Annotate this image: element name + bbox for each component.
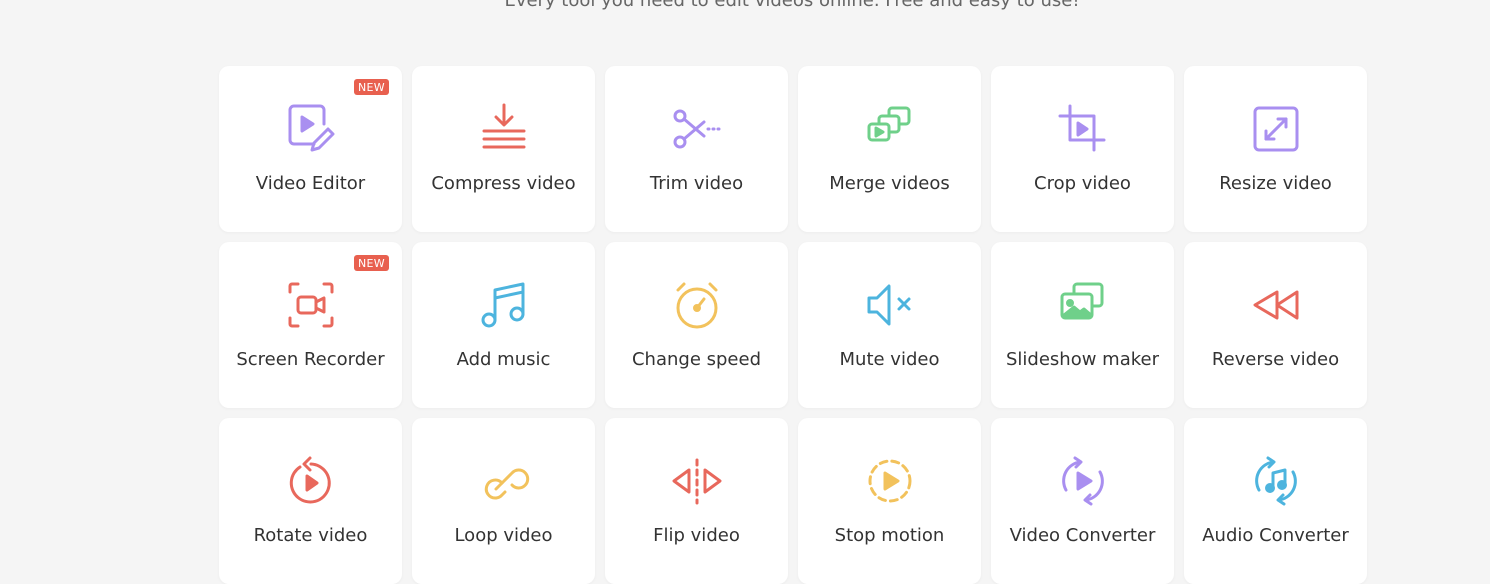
scissors-icon: [670, 102, 724, 156]
tool-label: Screen Recorder: [236, 349, 385, 370]
new-badge: NEW: [354, 255, 389, 271]
tool-card-crop-video[interactable]: Crop video: [991, 66, 1174, 232]
tool-card-audio-converter[interactable]: Audio Converter: [1184, 418, 1367, 584]
crop-icon: [1056, 102, 1110, 156]
tool-label: Video Converter: [1009, 525, 1156, 546]
video-editor-icon: [284, 102, 338, 156]
compress-icon: [477, 102, 531, 156]
flip-icon: [670, 454, 724, 508]
tool-card-mute-video[interactable]: Mute video: [798, 242, 981, 408]
tool-label: Merge videos: [829, 173, 950, 194]
tool-card-add-music[interactable]: Add music: [412, 242, 595, 408]
tool-label: Loop video: [454, 525, 553, 546]
tool-card-resize-video[interactable]: Resize video: [1184, 66, 1367, 232]
slideshow-icon: [1056, 278, 1110, 332]
tool-card-flip-video[interactable]: Flip video: [605, 418, 788, 584]
tool-label: Audio Converter: [1202, 525, 1349, 546]
rewind-icon: [1249, 278, 1303, 332]
tool-label: Resize video: [1219, 173, 1332, 194]
tool-card-rotate-video[interactable]: Rotate video: [219, 418, 402, 584]
page-subtitle: Every tool you need to edit videos onlin…: [504, 0, 1080, 11]
tool-card-video-converter[interactable]: Video Converter: [991, 418, 1174, 584]
rotate-icon: [284, 454, 338, 508]
tool-card-compress-video[interactable]: Compress video: [412, 66, 595, 232]
tool-label: Flip video: [653, 525, 740, 546]
tool-card-trim-video[interactable]: Trim video: [605, 66, 788, 232]
new-badge: NEW: [354, 79, 389, 95]
tool-label: Mute video: [839, 349, 940, 370]
tool-label: Compress video: [431, 173, 576, 194]
tool-card-change-speed[interactable]: Change speed: [605, 242, 788, 408]
tool-label: Add music: [456, 349, 551, 370]
loop-icon: [477, 454, 531, 508]
tool-label: Rotate video: [253, 525, 368, 546]
music-note-icon: [477, 278, 531, 332]
tool-label: Stop motion: [834, 525, 945, 546]
audio-converter-icon: [1249, 454, 1303, 508]
stop-motion-icon: [863, 454, 917, 508]
resize-icon: [1249, 102, 1303, 156]
tool-label: Video Editor: [255, 173, 366, 194]
tool-card-stop-motion[interactable]: Stop motion: [798, 418, 981, 584]
tool-card-loop-video[interactable]: Loop video: [412, 418, 595, 584]
tool-label: Reverse video: [1211, 349, 1340, 370]
tool-card-merge-videos[interactable]: Merge videos: [798, 66, 981, 232]
tool-label: Change speed: [631, 349, 761, 370]
video-converter-icon: [1056, 454, 1110, 508]
tool-label: Trim video: [649, 173, 744, 194]
tool-card-video-editor[interactable]: NEW Video Editor: [219, 66, 402, 232]
tool-label: Slideshow maker: [1006, 349, 1159, 370]
stopwatch-icon: [670, 278, 724, 332]
merge-icon: [863, 102, 917, 156]
mute-icon: [863, 278, 917, 332]
tool-card-reverse-video[interactable]: Reverse video: [1184, 242, 1367, 408]
tool-label: Crop video: [1034, 173, 1131, 194]
tool-card-screen-recorder[interactable]: NEW Screen Recorder: [219, 242, 402, 408]
screen-recorder-icon: [284, 278, 338, 332]
tools-grid: NEW Video Editor Compress video Trim vid…: [219, 66, 1367, 584]
tool-card-slideshow-maker[interactable]: Slideshow maker: [991, 242, 1174, 408]
